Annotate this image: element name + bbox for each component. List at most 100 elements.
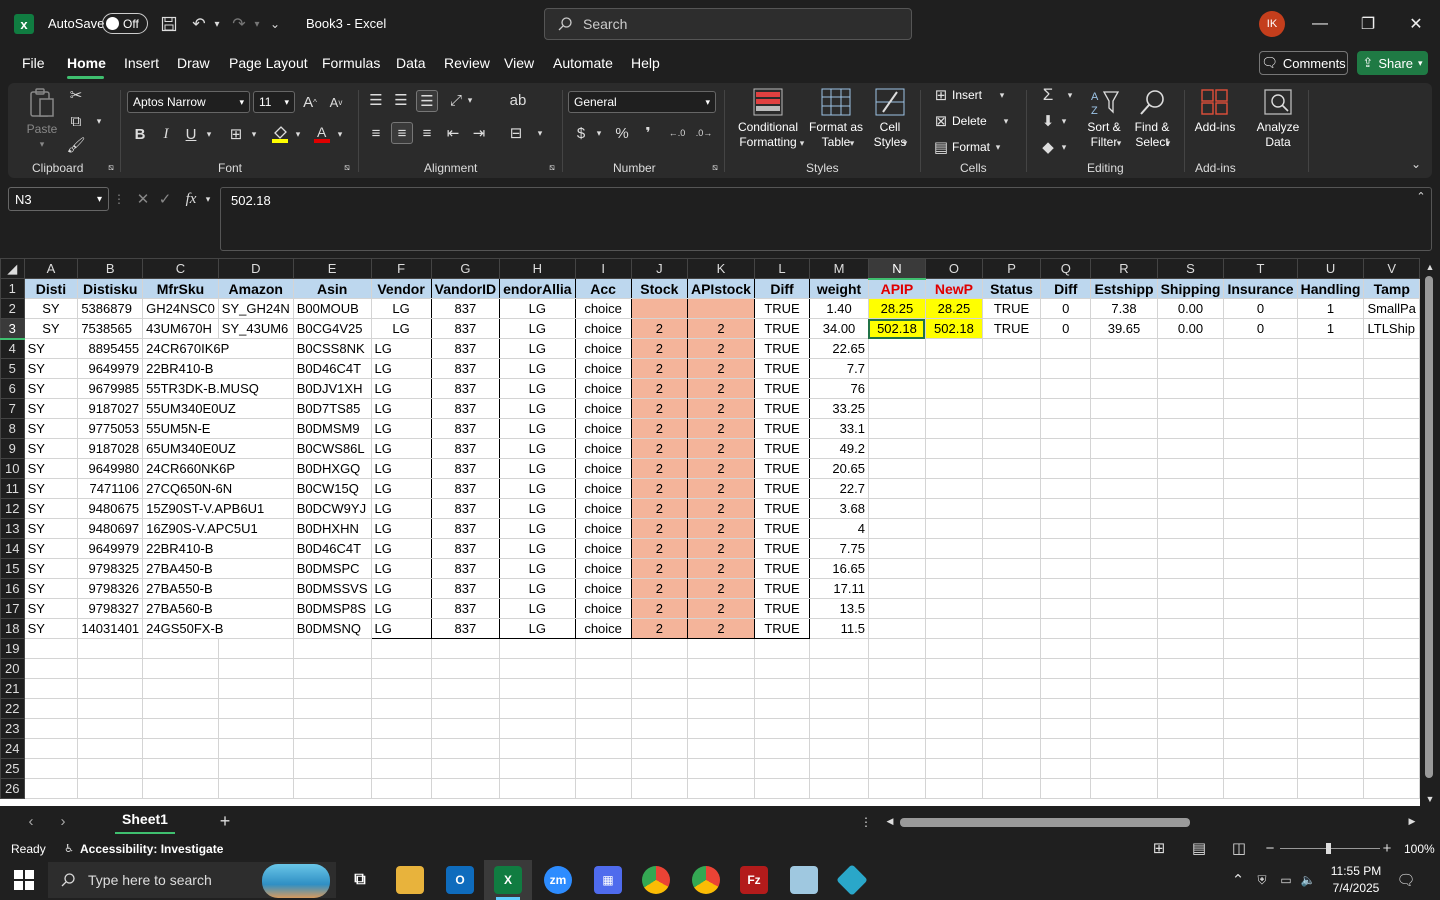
autosave-toggle[interactable]: Off bbox=[102, 13, 148, 34]
cell[interactable] bbox=[981, 638, 1042, 659]
cell[interactable] bbox=[753, 778, 811, 799]
cell[interactable]: TRUE bbox=[753, 318, 811, 339]
cell[interactable]: SY_GH24N bbox=[217, 298, 294, 319]
cell[interactable]: 502.18 bbox=[867, 318, 926, 339]
header-cell[interactable]: Shipping bbox=[1156, 278, 1225, 299]
cell[interactable] bbox=[924, 758, 983, 779]
fill-color-dropdown-icon[interactable]: ▾ bbox=[292, 124, 304, 144]
cell[interactable] bbox=[630, 698, 688, 719]
cell[interactable]: B0DMSSVS bbox=[292, 578, 372, 599]
tab-home[interactable]: Home bbox=[67, 55, 106, 71]
cell[interactable] bbox=[1296, 598, 1365, 619]
orientation-dropdown-icon[interactable]: ▾ bbox=[464, 90, 476, 110]
cell[interactable]: LG bbox=[370, 398, 432, 419]
cancel-entry-icon[interactable]: ✕ bbox=[134, 189, 152, 209]
cell[interactable] bbox=[809, 638, 869, 659]
cell[interactable]: 837 bbox=[430, 478, 501, 499]
cell[interactable]: LG bbox=[499, 358, 576, 379]
cell[interactable] bbox=[292, 698, 372, 719]
cell[interactable]: 1 bbox=[1296, 298, 1365, 319]
cell[interactable]: 837 bbox=[430, 518, 501, 539]
cell[interactable] bbox=[1223, 658, 1298, 679]
cell[interactable] bbox=[867, 458, 926, 479]
percent-icon[interactable]: % bbox=[612, 123, 632, 143]
cell[interactable] bbox=[1156, 478, 1225, 499]
prev-sheet-icon[interactable]: ‹ bbox=[22, 812, 40, 830]
tab-insert[interactable]: Insert bbox=[124, 55, 159, 71]
cell[interactable] bbox=[981, 438, 1042, 459]
tab-formulas[interactable]: Formulas bbox=[322, 55, 380, 71]
cell[interactable] bbox=[753, 738, 811, 759]
cell[interactable]: 2 bbox=[686, 398, 755, 419]
notifications-icon[interactable]: 🗨 bbox=[1396, 870, 1416, 890]
scroll-left-icon[interactable]: ◀ bbox=[884, 814, 896, 828]
header-cell[interactable]: Status bbox=[981, 278, 1042, 299]
cell[interactable]: 9798326 bbox=[77, 578, 144, 599]
cell[interactable]: choice bbox=[574, 498, 632, 519]
row-header[interactable]: 21 bbox=[0, 678, 25, 699]
cell[interactable] bbox=[1363, 678, 1420, 699]
column-header-m[interactable]: M bbox=[809, 258, 869, 279]
header-cell[interactable]: Amazon bbox=[217, 278, 294, 299]
cell[interactable] bbox=[1363, 458, 1420, 479]
font-launcher-icon[interactable]: ⧅ bbox=[342, 162, 352, 172]
cell[interactable] bbox=[924, 398, 983, 419]
fill-icon[interactable]: ⬇ bbox=[1038, 112, 1058, 130]
header-cell[interactable]: Diff bbox=[753, 278, 811, 299]
cell[interactable] bbox=[809, 738, 869, 759]
cell[interactable] bbox=[981, 678, 1042, 699]
chevron-down-icon[interactable]: ▾ bbox=[996, 88, 1008, 102]
cell[interactable]: LG bbox=[370, 538, 432, 559]
autosum-icon[interactable]: Σ bbox=[1038, 85, 1058, 104]
zoom-level[interactable]: 100% bbox=[1404, 842, 1435, 856]
comma-style-icon[interactable]: ❜ bbox=[638, 123, 658, 143]
cell[interactable]: LG bbox=[370, 298, 432, 319]
cell[interactable]: LG bbox=[370, 558, 432, 579]
zoom-slider-thumb[interactable] bbox=[1326, 843, 1331, 854]
cell[interactable]: 22BR410-B bbox=[142, 358, 294, 379]
cell[interactable] bbox=[217, 658, 294, 679]
column-header-b[interactable]: B bbox=[77, 258, 144, 279]
cell[interactable]: 33.1 bbox=[809, 418, 869, 439]
cell[interactable]: 2 bbox=[686, 558, 755, 579]
row-header[interactable]: 5 bbox=[0, 358, 25, 379]
task-view-icon[interactable]: ⧉ bbox=[346, 866, 374, 894]
cell[interactable] bbox=[981, 558, 1042, 579]
row-header[interactable]: 24 bbox=[0, 738, 25, 759]
cell[interactable] bbox=[924, 658, 983, 679]
column-header-d[interactable]: D bbox=[217, 258, 294, 279]
cell[interactable]: SY_43UM6 bbox=[217, 318, 294, 339]
header-cell[interactable]: Asin bbox=[292, 278, 372, 299]
fill-color-icon[interactable] bbox=[270, 122, 290, 144]
cell[interactable]: TRUE bbox=[753, 398, 811, 419]
cell[interactable] bbox=[1296, 418, 1365, 439]
cell[interactable] bbox=[809, 658, 869, 679]
cell[interactable]: 9649980 bbox=[77, 458, 144, 479]
cell[interactable]: 43UM670H bbox=[142, 318, 219, 339]
cell[interactable] bbox=[499, 738, 576, 759]
cell[interactable] bbox=[430, 778, 501, 799]
cell[interactable] bbox=[1040, 518, 1092, 539]
cell[interactable] bbox=[981, 618, 1042, 639]
cell[interactable]: 837 bbox=[430, 458, 501, 479]
cell[interactable]: 2 bbox=[630, 498, 688, 519]
cell[interactable] bbox=[1363, 578, 1420, 599]
add-sheet-icon[interactable]: + bbox=[214, 810, 236, 832]
cell[interactable]: choice bbox=[574, 598, 632, 619]
cell[interactable] bbox=[1156, 778, 1225, 799]
cell[interactable]: 8895455 bbox=[77, 338, 144, 359]
column-header-u[interactable]: U bbox=[1296, 258, 1365, 279]
function-dropdown-icon[interactable]: ▾ bbox=[202, 189, 214, 209]
cell[interactable]: 16.65 bbox=[809, 558, 869, 579]
cell[interactable]: 2 bbox=[630, 558, 688, 579]
number-format-select[interactable]: General ▾ bbox=[568, 91, 716, 113]
italic-icon[interactable]: I bbox=[157, 124, 175, 144]
cell[interactable] bbox=[753, 718, 811, 739]
cell[interactable] bbox=[924, 598, 983, 619]
cell[interactable] bbox=[686, 678, 755, 699]
cell[interactable] bbox=[217, 678, 294, 699]
cell[interactable] bbox=[1296, 478, 1365, 499]
cell[interactable] bbox=[23, 718, 79, 739]
cell[interactable] bbox=[630, 758, 688, 779]
column-header-e[interactable]: E bbox=[292, 258, 372, 279]
